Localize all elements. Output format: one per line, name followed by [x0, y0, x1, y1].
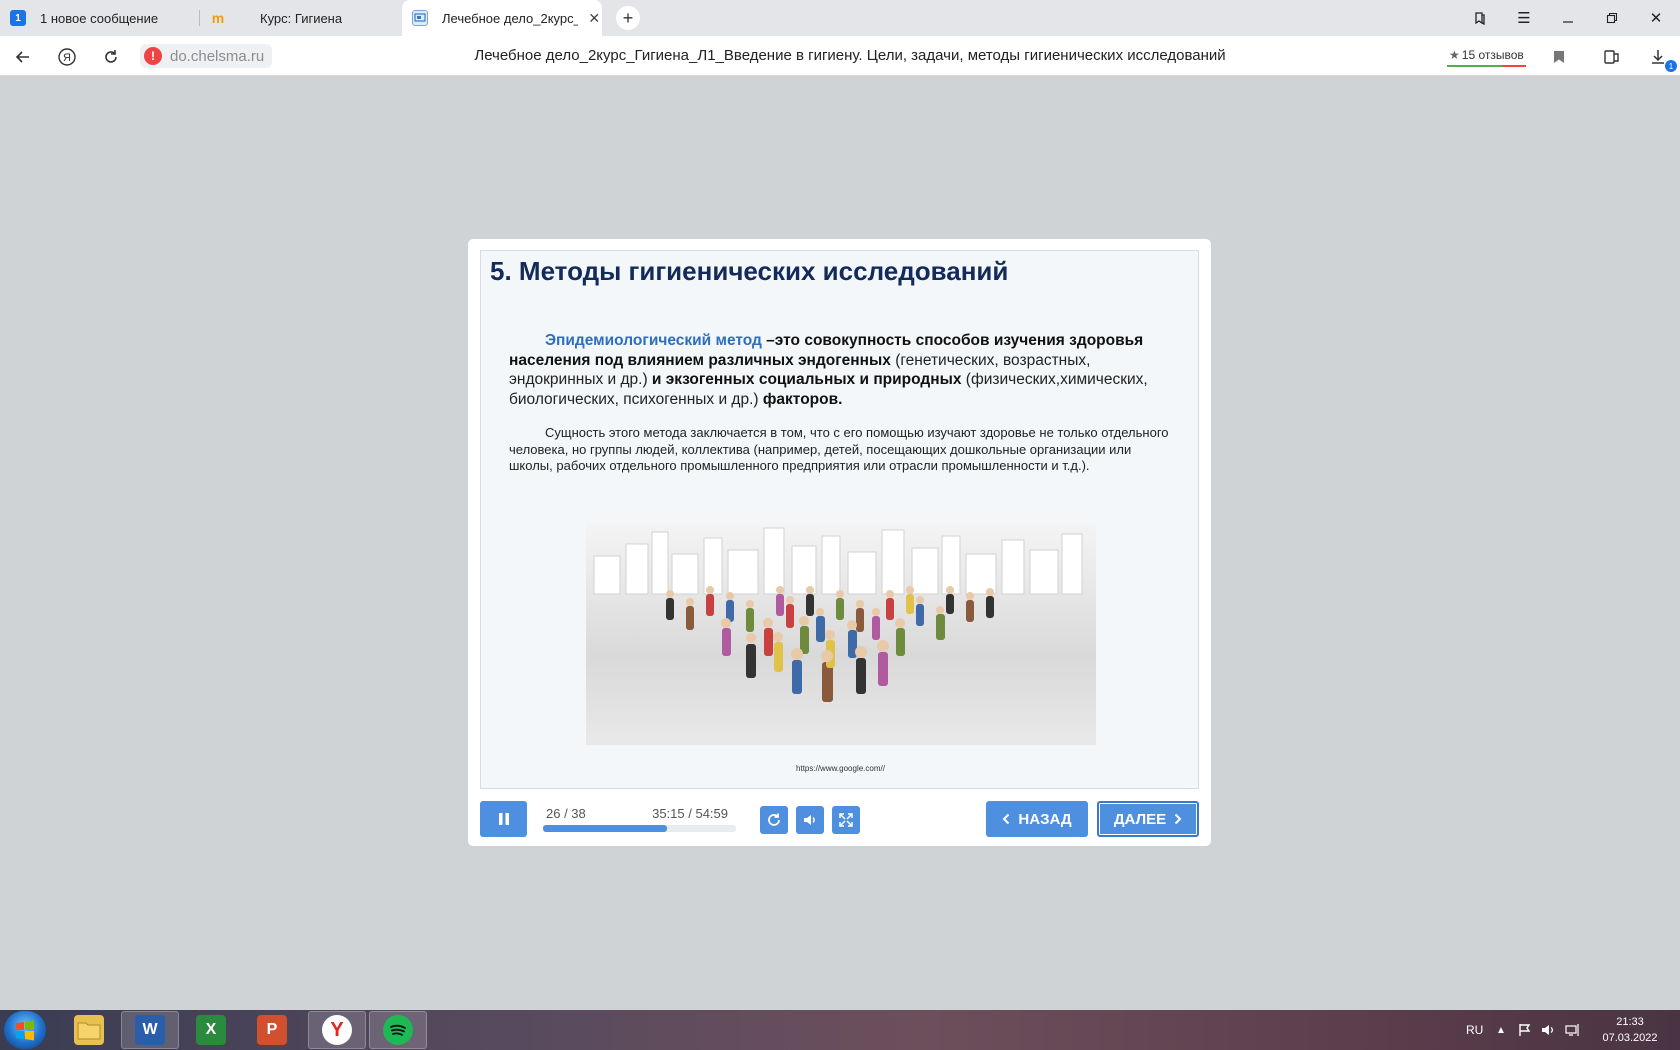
chevron-right-icon	[1174, 813, 1182, 825]
powerpoint-icon: P	[257, 1015, 287, 1045]
address-bar[interactable]: ! do.chelsma.ru	[140, 44, 273, 68]
next-button[interactable]: ДАЛЕЕ	[1097, 801, 1199, 837]
taskbar-word[interactable]: W	[121, 1011, 179, 1049]
tab-title: Лечебное дело_2курс_Г	[442, 10, 579, 26]
chevron-left-icon	[1003, 813, 1010, 825]
word-icon: W	[135, 1015, 165, 1045]
tab-lecture[interactable]: Лечебное дело_2курс_Г ✕	[402, 0, 602, 36]
tab-course[interactable]: m Курс: Гигиена	[200, 0, 400, 36]
tray-arrow-icon[interactable]: ▲	[1496, 1010, 1506, 1050]
start-button[interactable]	[4, 1011, 46, 1049]
windows-taskbar: W X P Y RU ▲ 21:33 07.03.2022	[0, 1010, 1680, 1050]
windows-logo-icon	[16, 1020, 34, 1041]
taskbar-spotify[interactable]	[369, 1011, 427, 1049]
network-tray-icon[interactable]	[1565, 1010, 1581, 1050]
back-button[interactable]: НАЗАД	[986, 801, 1088, 837]
bookmarks-panel-icon[interactable]	[1458, 0, 1502, 36]
slide-definition-paragraph: Эпидемиологический метод –это совокупнос…	[509, 331, 1179, 409]
taskbar-powerpoint[interactable]: P	[243, 1011, 301, 1049]
term-highlight: Эпидемиологический метод	[545, 332, 762, 349]
taskbar-excel[interactable]: X	[182, 1011, 240, 1049]
pause-button[interactable]	[480, 801, 527, 837]
excel-icon: X	[196, 1015, 226, 1045]
yandex-icon[interactable]: Я	[54, 44, 80, 70]
tab-title: 1 новое сообщение	[40, 10, 159, 26]
crowd-illustration	[586, 524, 1096, 745]
downloads-badge: 1	[1665, 60, 1677, 72]
restore-icon[interactable]	[1590, 0, 1634, 36]
volume-icon	[804, 815, 815, 825]
replay-icon	[768, 813, 780, 826]
presentation-icon	[412, 10, 428, 26]
slide-description-paragraph: Сущность этого метода заключается в том,…	[509, 425, 1169, 475]
description-text: Сущность этого метода заключается в том,…	[509, 425, 1169, 473]
next-button-label: ДАЛЕЕ	[1113, 810, 1167, 828]
input-language[interactable]: RU	[1466, 1010, 1483, 1050]
folder-icon	[74, 1015, 104, 1045]
reload-icon[interactable]	[98, 44, 124, 70]
browser-toolbar: Я ! do.chelsma.ru Лечебное дело_2курс_Ги…	[0, 36, 1680, 76]
volume-button[interactable]	[796, 806, 824, 834]
pause-icon	[498, 813, 509, 825]
replay-button[interactable]	[760, 806, 788, 834]
fullscreen-icon	[839, 813, 853, 827]
clock-time: 21:33	[1616, 1016, 1644, 1028]
action-center-flag-icon[interactable]	[1518, 1010, 1532, 1050]
message-count-icon: 1	[10, 10, 26, 26]
reviews-label: 15 отзывов	[1461, 48, 1524, 62]
taskbar-yandex-browser[interactable]: Y	[308, 1011, 366, 1049]
page-title: Лечебное дело_2курс_Гигиена_Л1_Введение …	[474, 47, 1226, 64]
bookmark-icon[interactable]	[1546, 44, 1572, 70]
minimize-icon[interactable]	[1546, 0, 1590, 36]
yandex-browser-icon: Y	[322, 1015, 352, 1045]
tab-messages[interactable]: 1 1 новое сообщение	[0, 0, 198, 36]
star-icon: ★	[1449, 48, 1460, 62]
progress-fill	[543, 825, 667, 832]
crowd-people	[666, 586, 994, 702]
volume-tray-icon[interactable]	[1541, 1010, 1555, 1050]
definition-bold-2: и экзогенных социальных и природных	[647, 371, 962, 388]
extensions-icon[interactable]	[1599, 44, 1625, 70]
menu-icon[interactable]: ☰	[1502, 0, 1546, 36]
slide: 5. Методы гигиенических исследований Эпи…	[480, 250, 1199, 789]
taskbar-explorer[interactable]	[60, 1011, 118, 1049]
insecure-warning-icon[interactable]: !	[144, 47, 162, 65]
crowd-image	[593, 527, 1083, 702]
moodle-icon: m	[211, 10, 225, 26]
tab-title: Курс: Гигиена	[260, 10, 343, 26]
slide-counter: 26 / 38	[546, 806, 586, 821]
image-credit: https://www.google.com//	[796, 764, 885, 773]
playback-time: 35:15 / 54:59	[652, 806, 728, 821]
url-text: do.chelsma.ru	[170, 47, 265, 65]
back-button-label: НАЗАД	[1018, 810, 1072, 828]
tab-strip: 1 1 новое сообщение m Курс: Гигиена Лече…	[0, 0, 1680, 36]
fullscreen-button[interactable]	[832, 806, 860, 834]
downloads-icon[interactable]: 1	[1645, 44, 1677, 72]
slide-title: 5. Методы гигиенических исследований	[490, 256, 1009, 286]
reviews-link[interactable]: ★ 15 отзывов	[1447, 45, 1526, 67]
spotify-icon	[383, 1015, 413, 1045]
back-icon[interactable]	[10, 44, 36, 70]
close-window-icon[interactable]: ✕	[1634, 0, 1678, 36]
progress-bar[interactable]	[543, 825, 736, 832]
presentation-player: 5. Методы гигиенических исследований Эпи…	[468, 239, 1211, 846]
close-tab-icon[interactable]: ✕	[586, 10, 602, 27]
definition-bold-3: факторов.	[758, 390, 843, 408]
system-clock[interactable]: 21:33 07.03.2022	[1590, 1014, 1670, 1046]
new-tab-button[interactable]: +	[616, 6, 640, 30]
svg-text:Я: Я	[63, 52, 71, 64]
clock-date: 07.03.2022	[1602, 1032, 1658, 1044]
